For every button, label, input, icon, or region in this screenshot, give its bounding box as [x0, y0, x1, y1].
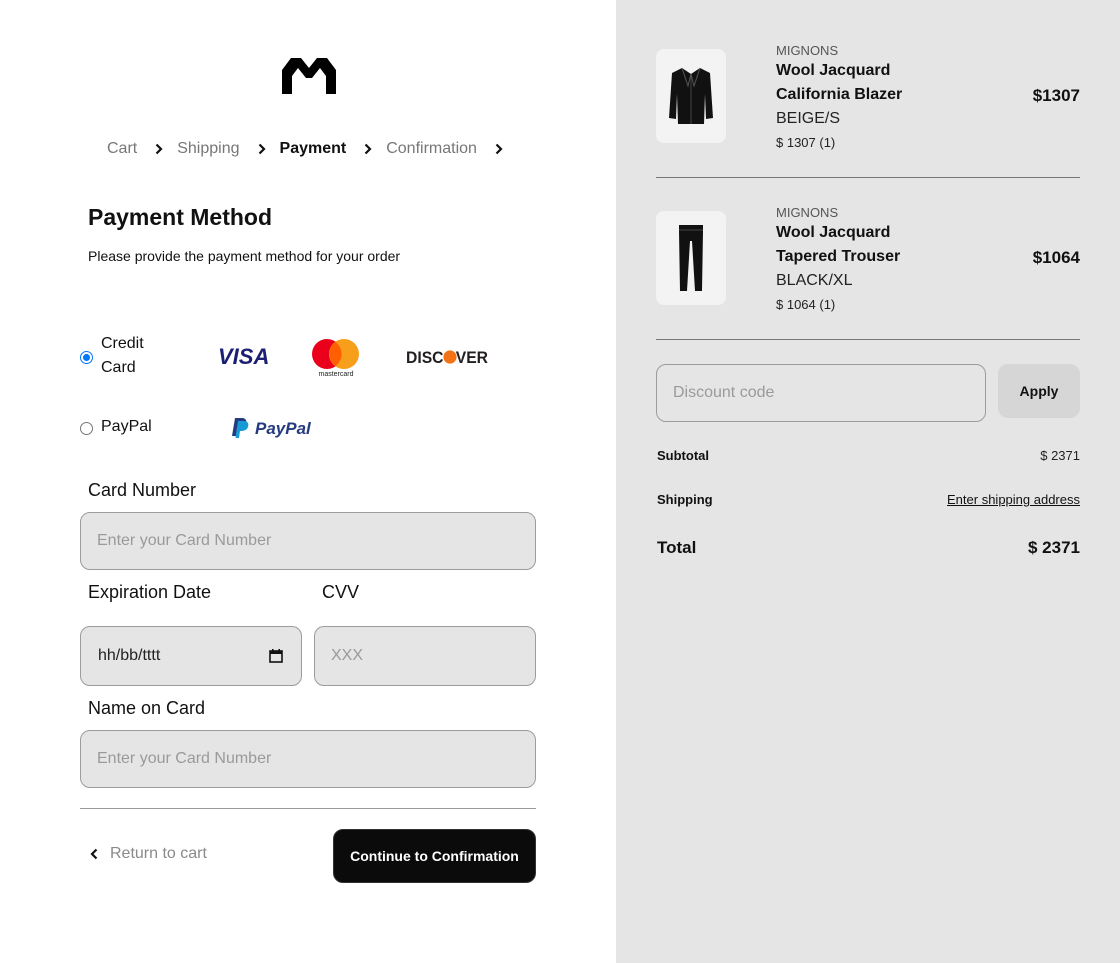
name-on-card-input[interactable]	[80, 730, 536, 788]
item-divider	[656, 339, 1080, 340]
item-name-line1: Wool Jacquard	[776, 62, 891, 79]
item-variant: BLACK/XL	[776, 272, 853, 289]
cvv-input[interactable]	[314, 626, 536, 686]
page-title: Payment Method	[88, 204, 273, 230]
subtotal-value: $ 2371	[1040, 448, 1080, 463]
return-to-cart-label: Return to cart	[110, 845, 207, 862]
item-name: Wool Jacquard Tapered Trouser	[776, 221, 946, 269]
return-to-cart-link[interactable]: Return to cart	[90, 845, 207, 863]
mastercard-text: mastercard	[318, 371, 353, 378]
continue-to-confirmation-button[interactable]: Continue to Confirmation	[333, 829, 536, 883]
chevron-right-icon	[155, 143, 163, 155]
card-number-input[interactable]	[80, 512, 536, 570]
breadcrumb-confirmation[interactable]: Confirmation	[386, 140, 477, 158]
breadcrumb-cart[interactable]: Cart	[107, 140, 137, 158]
item-brand: MIGNONS	[776, 205, 839, 220]
item-brand: MIGNONS	[776, 43, 839, 58]
item-name-line2: Tapered Trouser	[776, 248, 901, 265]
enter-shipping-address-link[interactable]: Enter shipping address	[947, 492, 1080, 507]
subtotal-label: Subtotal	[657, 448, 709, 463]
item-variant: BEIGE/S	[776, 110, 841, 127]
item-divider	[656, 177, 1080, 178]
brand-logo[interactable]	[282, 56, 336, 94]
item-price: $1064	[1032, 248, 1080, 267]
expiration-date-label: Expiration Date	[88, 582, 212, 602]
cvv-label: CVV	[322, 582, 360, 602]
paypal-logo: PayPal	[232, 418, 312, 438]
expiration-date-input[interactable]: hh/bb/tttt	[80, 626, 302, 686]
chevron-right-icon	[364, 143, 372, 155]
product-thumbnail[interactable]	[656, 211, 726, 305]
chevron-right-icon	[495, 143, 503, 155]
item-unit-price: $ 1064 (1)	[776, 297, 836, 312]
credit-card-label-line2: Card	[101, 359, 136, 376]
paypal-logo-text: PayPal	[255, 419, 312, 438]
breadcrumb-payment[interactable]: Payment	[280, 140, 347, 158]
item-unit-price: $ 1307 (1)	[776, 135, 836, 150]
visa-logo: VISA	[218, 344, 269, 369]
breadcrumb: Cart Shipping Payment Confirmation	[107, 140, 517, 158]
total-label: Total	[657, 538, 697, 557]
credit-card-label[interactable]: Credit Card	[101, 332, 144, 380]
product-thumbnail[interactable]	[656, 49, 726, 143]
paypal-radio[interactable]	[80, 422, 93, 435]
item-name-line2: California Blazer	[776, 86, 903, 103]
breadcrumb-shipping[interactable]: Shipping	[177, 140, 239, 158]
shipping-label: Shipping	[657, 492, 713, 507]
checkout-panel: Cart Shipping Payment Confirmation Payme…	[0, 0, 616, 963]
expiration-date-value: hh/bb/tttt	[98, 647, 161, 664]
visa-text: VISA	[218, 344, 269, 369]
page-subtitle: Please provide the payment method for yo…	[88, 248, 401, 264]
credit-card-radio[interactable]	[80, 351, 93, 364]
item-name: Wool Jacquard California Blazer	[776, 59, 946, 107]
card-number-label: Card Number	[88, 480, 197, 500]
order-summary-panel: MIGNONS Wool Jacquard California Blazer …	[616, 0, 1120, 963]
calendar-icon[interactable]	[269, 649, 283, 663]
total-value: $ 2371	[1028, 538, 1080, 557]
blazer-icon	[669, 67, 713, 124]
form-divider	[80, 808, 536, 809]
apply-discount-button[interactable]: Apply	[998, 364, 1080, 418]
credit-card-label-line1: Credit	[101, 335, 144, 352]
chevron-left-icon	[90, 848, 98, 860]
paypal-label[interactable]: PayPal	[101, 415, 152, 439]
discount-code-input[interactable]	[656, 364, 986, 422]
item-price: $1307	[1032, 86, 1080, 105]
name-on-card-label: Name on Card	[88, 698, 206, 718]
trouser-icon	[679, 225, 703, 291]
discover-logo: DISCOVER	[406, 348, 488, 367]
mastercard-logo: mastercard	[312, 339, 359, 378]
chevron-right-icon	[258, 143, 266, 155]
item-name-line1: Wool Jacquard	[776, 224, 891, 241]
